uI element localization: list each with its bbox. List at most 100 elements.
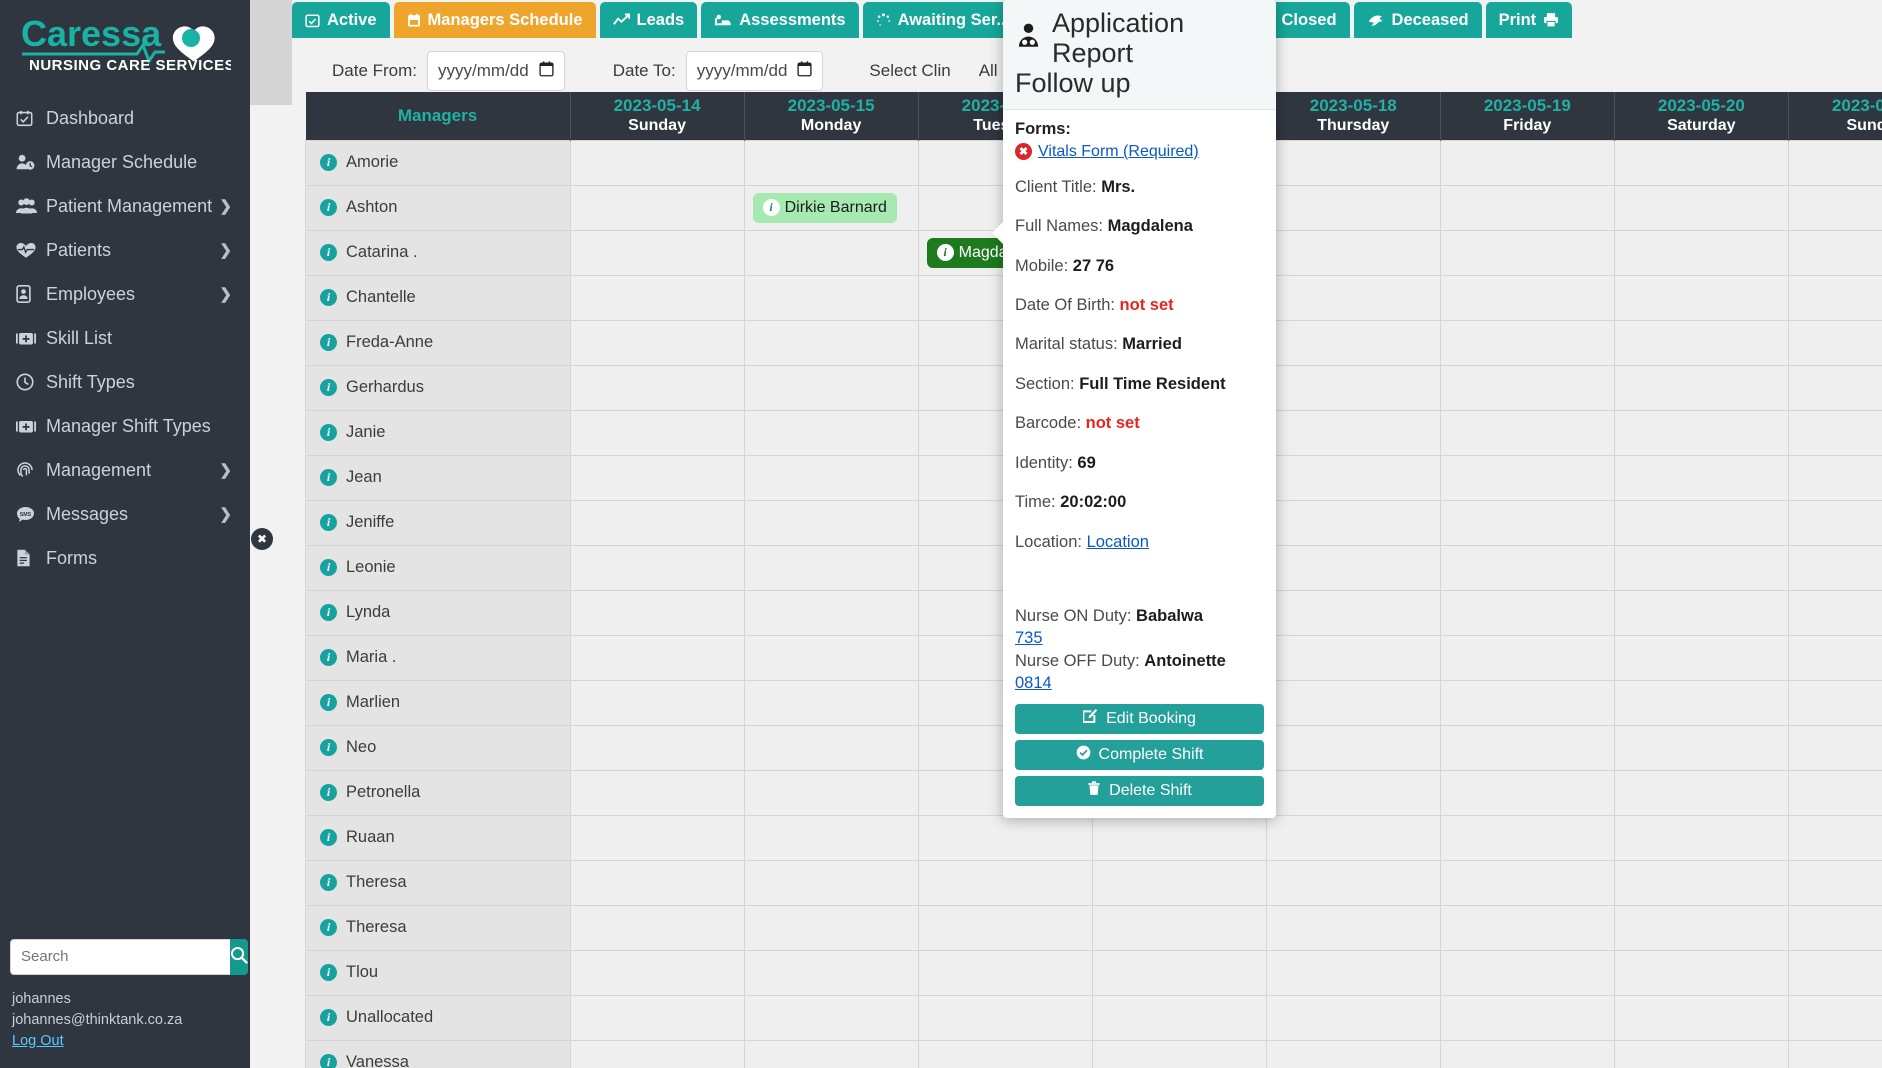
vitals-form-row[interactable]: ✖ Vitals Form (Required) <box>1015 143 1264 161</box>
tab-print[interactable]: Print <box>1485 2 1573 38</box>
schedule-cell[interactable] <box>1613 724 1789 771</box>
manager-cell[interactable]: i Jean <box>305 454 571 501</box>
schedule-cell[interactable] <box>1265 229 1441 276</box>
schedule-cell[interactable] <box>1439 769 1615 816</box>
schedule-cell[interactable] <box>1265 904 1441 951</box>
schedule-cell[interactable] <box>1091 1039 1267 1068</box>
schedule-cell[interactable] <box>1265 1039 1441 1068</box>
info-icon[interactable]: i <box>320 829 337 846</box>
schedule-cell[interactable] <box>569 319 745 366</box>
schedule-cell[interactable] <box>1091 814 1267 861</box>
sidebar-item-dashboard[interactable]: Dashboard <box>0 96 250 140</box>
schedule-cell[interactable] <box>1439 634 1615 681</box>
schedule-cell[interactable] <box>569 769 745 816</box>
schedule-cell[interactable] <box>743 769 919 816</box>
schedule-cell[interactable] <box>1439 859 1615 906</box>
schedule-cell[interactable] <box>1439 364 1615 411</box>
shift-chip[interactable]: i Dirkie Barnard <box>752 192 897 223</box>
day-header[interactable]: 2023-05-18 Thursday <box>1266 92 1441 140</box>
schedule-cell[interactable] <box>1265 274 1441 321</box>
schedule-cell[interactable] <box>743 904 919 951</box>
schedule-cell[interactable] <box>1439 409 1615 456</box>
schedule-cell[interactable] <box>743 544 919 591</box>
info-icon[interactable]: i <box>936 244 954 261</box>
schedule-cell[interactable] <box>1265 994 1441 1041</box>
schedule-cell[interactable] <box>1265 184 1441 231</box>
tab-awaiting-service[interactable]: Awaiting Ser.. <box>862 2 1019 38</box>
schedule-cell[interactable] <box>1787 184 1882 231</box>
schedule-cell[interactable] <box>569 409 745 456</box>
schedule-cell[interactable] <box>1439 679 1615 726</box>
manager-cell[interactable]: i Neo <box>305 724 571 771</box>
schedule-cell[interactable] <box>1265 814 1441 861</box>
schedule-cell[interactable] <box>1439 589 1615 636</box>
schedule-cell[interactable] <box>1091 904 1267 951</box>
info-icon[interactable]: i <box>320 649 337 666</box>
schedule-cell[interactable] <box>743 634 919 681</box>
schedule-cell[interactable] <box>1787 589 1882 636</box>
schedule-cell[interactable] <box>1613 139 1789 186</box>
day-header[interactable]: 2023-05-20 Saturday <box>1614 92 1789 140</box>
schedule-cell[interactable] <box>1787 454 1882 501</box>
schedule-cell[interactable] <box>1613 229 1789 276</box>
schedule-cell[interactable] <box>1265 589 1441 636</box>
info-icon[interactable]: i <box>320 784 337 801</box>
manager-cell[interactable]: i Vanessa <box>305 1039 571 1068</box>
info-icon[interactable]: i <box>320 379 337 396</box>
info-icon[interactable]: i <box>320 739 337 756</box>
complete-shift-button[interactable]: Complete Shift <box>1015 740 1264 771</box>
nurse-off-duty-phone[interactable]: 0814 <box>1015 674 1052 692</box>
schedule-cell[interactable] <box>1265 409 1441 456</box>
schedule-cell[interactable] <box>1613 589 1789 636</box>
manager-cell[interactable]: i Janie <box>305 409 571 456</box>
manager-cell[interactable]: i Lynda <box>305 589 571 636</box>
manager-cell[interactable]: i Petronella <box>305 769 571 816</box>
schedule-cell[interactable] <box>743 409 919 456</box>
tab-deceased[interactable]: Deceased <box>1353 2 1482 38</box>
info-icon[interactable]: i <box>320 604 337 621</box>
info-icon[interactable]: i <box>320 334 337 351</box>
info-icon[interactable]: i <box>320 559 337 576</box>
schedule-cell[interactable] <box>569 274 745 321</box>
schedule-cell[interactable] <box>1439 139 1615 186</box>
schedule-cell[interactable] <box>743 499 919 546</box>
schedule-cell[interactable] <box>1787 859 1882 906</box>
schedule-cell[interactable] <box>1265 364 1441 411</box>
schedule-cell[interactable] <box>1613 814 1789 861</box>
schedule-cell[interactable] <box>743 589 919 636</box>
schedule-cell[interactable] <box>1265 139 1441 186</box>
schedule-cell[interactable] <box>1265 634 1441 681</box>
manager-cell[interactable]: i Unallocated <box>305 994 571 1041</box>
schedule-cell[interactable] <box>569 184 745 231</box>
day-header[interactable]: 2023-05-21Sunday <box>1788 92 1882 140</box>
sidebar-collapse-toggle[interactable]: ✖ <box>251 528 273 550</box>
schedule-cell[interactable] <box>569 859 745 906</box>
schedule-cell[interactable] <box>743 949 919 996</box>
date-from-input[interactable]: yyyy/mm/dd <box>427 51 565 91</box>
schedule-cell[interactable] <box>743 274 919 321</box>
schedule-cell[interactable] <box>1613 769 1789 816</box>
schedule-cell[interactable] <box>1787 274 1882 321</box>
schedule-cell[interactable] <box>569 634 745 681</box>
schedule-cell[interactable] <box>1613 319 1789 366</box>
schedule-cell[interactable] <box>1439 949 1615 996</box>
schedule-cell[interactable] <box>569 589 745 636</box>
schedule-cell[interactable] <box>743 724 919 771</box>
manager-cell[interactable]: i Jeniffe <box>305 499 571 546</box>
schedule-cell[interactable] <box>743 679 919 726</box>
info-icon[interactable]: i <box>320 694 337 711</box>
day-header[interactable]: 2023-05-15 Monday <box>744 92 919 140</box>
schedule-cell[interactable] <box>743 454 919 501</box>
schedule-cell[interactable] <box>1787 679 1882 726</box>
tab-managers-schedule[interactable]: Managers Schedule <box>393 2 596 38</box>
info-icon[interactable]: i <box>320 964 337 981</box>
info-icon[interactable]: i <box>320 1009 337 1026</box>
schedule-cell[interactable] <box>743 229 919 276</box>
tab-assessments[interactable]: Assessments <box>701 2 859 38</box>
schedule-cell[interactable] <box>1439 1039 1615 1068</box>
schedule-cell[interactable] <box>569 679 745 726</box>
manager-cell[interactable]: i Freda-Anne <box>305 319 571 366</box>
manager-cell[interactable]: i Marlien <box>305 679 571 726</box>
schedule-cell[interactable] <box>1439 544 1615 591</box>
sidebar-item-employees[interactable]: Employees ❯ <box>0 272 250 316</box>
